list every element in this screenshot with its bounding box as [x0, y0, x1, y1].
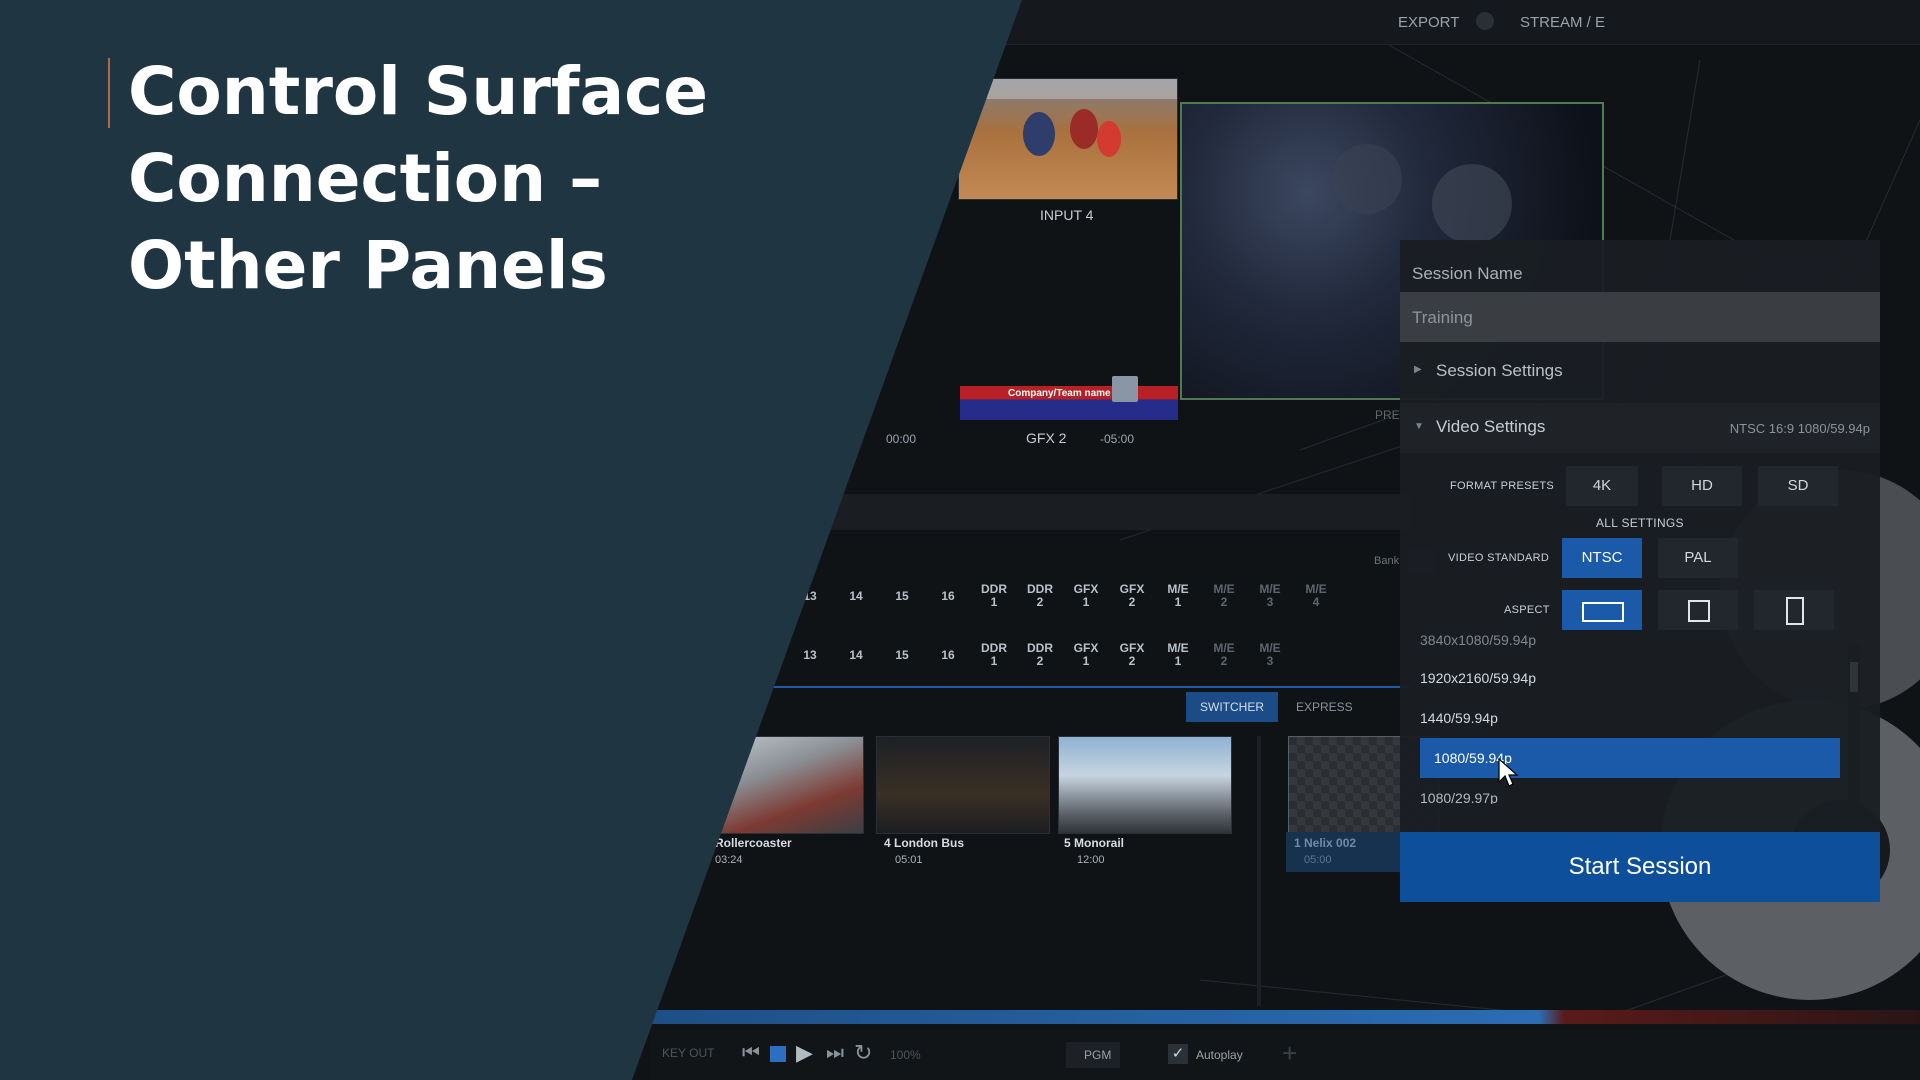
slide-title: Control Surface Connection – Other Panel…: [128, 48, 748, 309]
slide-title-line: Connection –: [128, 140, 603, 217]
slide-title-line: Control Surface: [128, 53, 709, 130]
title-accent-bar: [108, 58, 110, 128]
slide-title-line: Other Panels: [128, 227, 608, 304]
